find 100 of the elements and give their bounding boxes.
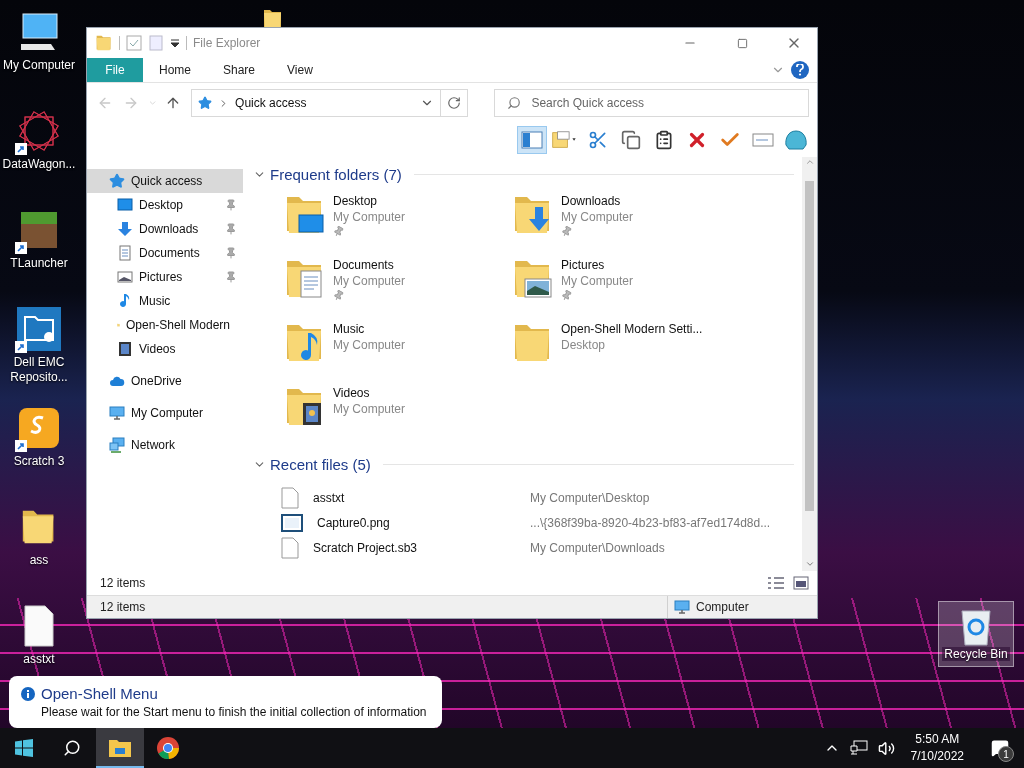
desktop-icon-label[interactable]: Scratch 3 xyxy=(1,454,77,469)
sidebar-item[interactable]: Pictures xyxy=(87,265,243,289)
folder-gear-icon xyxy=(17,307,61,351)
balloon-message: Please wait for the Start menu to finish the initial collection of information xyxy=(40,705,428,719)
item-count: 12 items xyxy=(100,576,147,590)
rename-icon xyxy=(752,132,774,148)
picture-icon xyxy=(117,269,133,285)
document-icon xyxy=(281,536,299,559)
ribbon-tab[interactable]: Share xyxy=(207,58,272,82)
info-icon xyxy=(21,686,35,701)
window-title: File Explorer xyxy=(193,36,262,50)
maximize-icon xyxy=(736,37,748,49)
ribbon-tab[interactable]: Home xyxy=(143,58,207,82)
help-icon[interactable] xyxy=(791,61,809,79)
balloon-title: Open-Shell Menu xyxy=(41,685,158,702)
sidebar-item[interactable]: Documents xyxy=(87,241,243,265)
network-icon xyxy=(109,437,125,453)
sidebar-item[interactable]: Quick access xyxy=(87,169,243,193)
sidebar-item[interactable]: My Computer xyxy=(87,401,243,425)
folder-location: Desktop xyxy=(561,337,607,353)
folder-name: Documents xyxy=(333,257,395,273)
address-bar[interactable]: Quick access xyxy=(191,89,441,117)
details-view-icon[interactable] xyxy=(767,576,785,590)
folder-tile[interactable]: Desktop My Computer xyxy=(285,189,513,253)
scroll-down-icon[interactable] xyxy=(804,559,815,569)
desktop-icon-label[interactable]: TLauncher xyxy=(1,256,77,271)
folder-tile[interactable]: Music My Computer xyxy=(285,317,513,381)
file-path: My Computer\Downloads xyxy=(530,540,665,555)
status-location: Computer xyxy=(667,596,749,618)
pane-icon xyxy=(521,131,543,149)
folder-icon xyxy=(95,34,113,52)
scissors-icon xyxy=(588,130,608,150)
network-icon[interactable] xyxy=(849,740,868,756)
folder-location: My Computer xyxy=(333,209,406,225)
shell-icon xyxy=(784,129,808,151)
app-icon xyxy=(17,406,61,450)
address-text: Quick access xyxy=(235,96,308,110)
desktop-icon-label[interactable]: asstxt xyxy=(1,652,77,667)
folder-tile[interactable]: Open-Shell Modern Setti... Desktop xyxy=(513,317,741,381)
file-name[interactable]: Capture0.png xyxy=(281,513,530,532)
file-name[interactable]: asstxt xyxy=(281,486,530,509)
refresh-button[interactable] xyxy=(440,89,469,117)
folder-tile[interactable]: Documents My Computer xyxy=(285,253,513,317)
sidebar-item[interactable]: Downloads xyxy=(87,217,243,241)
sidebar-item[interactable]: OneDrive xyxy=(87,369,243,393)
search-icon xyxy=(63,739,81,757)
note-icon xyxy=(551,129,579,151)
document-icon xyxy=(117,245,133,261)
screen-icon xyxy=(117,197,133,213)
folder-location: My Computer xyxy=(333,273,406,289)
dropdown-icon[interactable] xyxy=(170,38,180,48)
recycle-bin-icon xyxy=(958,607,994,647)
section-title: Frequent folders (7) xyxy=(270,165,402,183)
recycle-bin[interactable]: Recycle Bin xyxy=(938,601,1014,667)
folder-tile[interactable]: Pictures My Computer xyxy=(513,253,741,317)
desktop-icon-label[interactable]: DataWagon... xyxy=(1,157,77,172)
folder-icon xyxy=(108,738,132,758)
start-logo-icon xyxy=(15,739,33,757)
scrollbar[interactable] xyxy=(802,157,817,571)
section-title: Recent files (5) xyxy=(270,455,371,473)
folder-name: Open-Shell Modern Setti... xyxy=(561,321,703,337)
monitor-icon xyxy=(109,405,125,421)
desktop-icon-label[interactable]: My Computer xyxy=(1,58,77,73)
document-icon xyxy=(281,486,299,509)
clipboard-icon xyxy=(654,130,674,150)
sidebar-item[interactable]: Open-Shell Modern xyxy=(87,313,243,337)
folder-tile[interactable]: Downloads My Computer xyxy=(513,189,741,253)
monitor-icon xyxy=(674,599,690,615)
sidebar-item[interactable]: Music xyxy=(87,289,243,313)
file-name[interactable]: Scratch Project.sb3 xyxy=(281,536,530,559)
folder-name: Music xyxy=(333,321,366,337)
sidebar-item[interactable]: Videos xyxy=(87,337,243,361)
star-pattern-icon xyxy=(17,109,61,153)
star-icon xyxy=(198,96,213,110)
taskbar-button[interactable] xyxy=(96,728,144,768)
desktop-icon-label[interactable]: ass xyxy=(1,553,77,568)
folder-location: My Computer xyxy=(333,337,406,353)
image-file-icon xyxy=(281,513,303,532)
folder-name: Downloads xyxy=(561,193,622,209)
ribbon-tab[interactable]: View xyxy=(271,58,329,82)
search-box[interactable]: Search Quick access xyxy=(494,89,809,117)
checkbox-icon[interactable] xyxy=(126,35,142,51)
browser-icon xyxy=(156,736,180,760)
film-icon xyxy=(117,341,133,357)
clock[interactable]: 5:50 AM 7/10/2022 xyxy=(904,731,970,765)
notification-count: 1 xyxy=(998,746,1014,762)
copy-icon xyxy=(621,130,641,150)
refresh-icon xyxy=(447,96,461,110)
folder-location: My Computer xyxy=(561,273,634,289)
file-path: ...\{368f39ba-8920-4b23-bf83-af7ed174d8d... xyxy=(530,515,771,530)
picture-view-icon[interactable] xyxy=(793,576,809,590)
sidebar-item[interactable]: Network xyxy=(87,433,243,457)
notifications-button[interactable]: 1 xyxy=(980,728,1020,768)
desktop-icon-label[interactable]: Dell EMC Reposito... xyxy=(1,355,77,385)
sidebar-item[interactable]: Desktop xyxy=(87,193,243,217)
down-arrow-icon xyxy=(117,221,133,237)
folder-tile[interactable]: Videos My Computer xyxy=(285,381,513,445)
scrollbar-thumb[interactable] xyxy=(805,181,814,511)
volume-icon[interactable] xyxy=(877,739,895,757)
file-path: My Computer\Desktop xyxy=(530,490,650,505)
